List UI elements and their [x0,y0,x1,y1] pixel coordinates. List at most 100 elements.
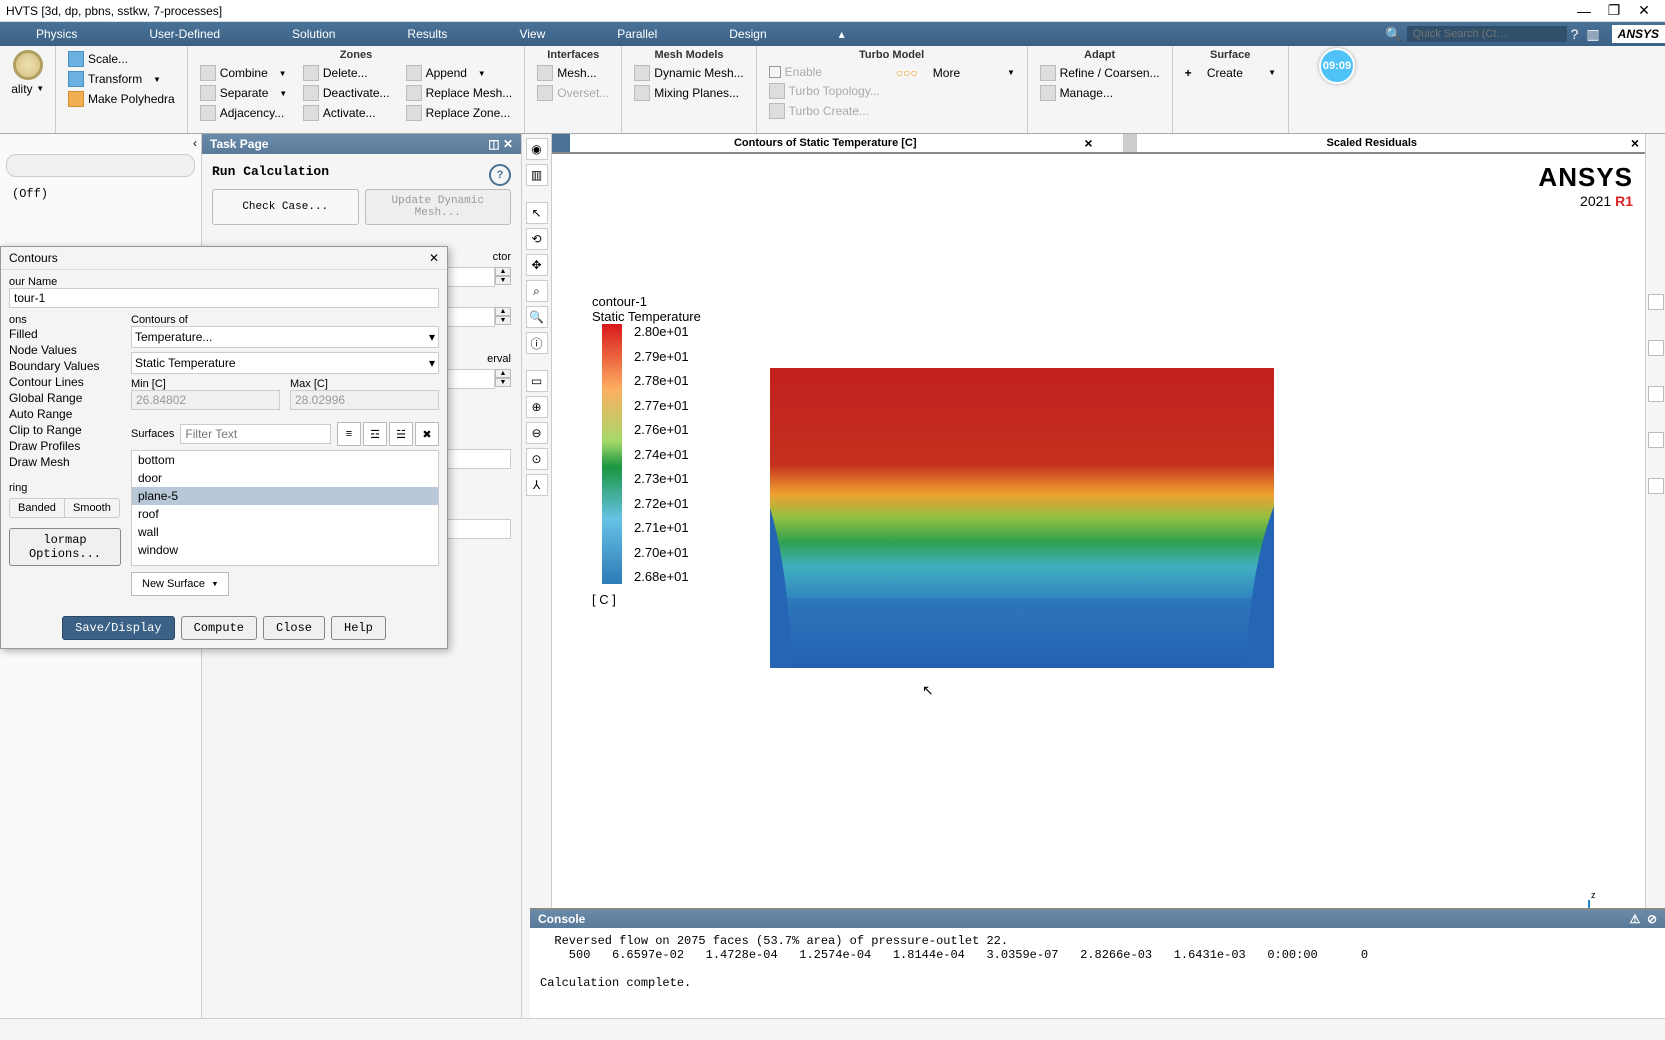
spin-up-icon[interactable]: ▲ [495,267,511,276]
zoom-in-icon[interactable]: ⊕ [526,396,548,418]
mixing-planes-button[interactable]: Mixing Planes... [630,84,747,102]
right-tool-3[interactable] [1648,386,1664,402]
maximize-button[interactable]: ❐ [1599,2,1629,19]
spin-down-icon[interactable]: ▼ [495,276,511,285]
scale-button[interactable]: Scale... [64,50,179,68]
turbo-enable-checkbox[interactable]: Enable [765,64,884,80]
option-item[interactable]: Global Range [9,390,121,406]
pan-icon[interactable]: ✥ [526,254,548,276]
refine-coarsen-button[interactable]: Refine / Coarsen... [1036,64,1164,82]
surface-item[interactable]: door [132,469,438,487]
surface-item[interactable]: roof [132,505,438,523]
surfaces-select-all-icon[interactable]: ☲ [363,422,387,446]
menu-design[interactable]: Design [693,22,802,46]
replace-mesh-button[interactable]: Replace Mesh... [402,84,517,102]
rotate-icon[interactable]: ⟲ [526,228,548,250]
close-tab-icon[interactable]: × [1084,135,1092,151]
close-window-button[interactable]: ✕ [1629,2,1659,19]
collapse-outline-icon[interactable]: ‹ [193,136,197,150]
separate-button[interactable]: Separate ▾ [196,84,291,102]
mesh-interfaces-button[interactable]: Mesh... [533,64,613,82]
menu-user-defined[interactable]: User-Defined [113,22,256,46]
surfaces-filter-input[interactable] [180,424,331,444]
axis-icon[interactable]: ⅄ [526,474,548,496]
help-button[interactable]: ? [489,164,511,186]
option-item[interactable]: Boundary Values [9,358,121,374]
layers-icon[interactable]: ▥ [526,164,548,186]
quality-wheel-icon[interactable] [13,50,43,80]
menu-more-icon[interactable]: ▴ [803,22,881,46]
close-tab-icon[interactable]: × [1631,135,1639,151]
option-item[interactable]: Draw Profiles [9,438,121,454]
probe-icon[interactable]: ◉ [526,138,548,160]
option-item[interactable]: Contour Lines [9,374,121,390]
option-item[interactable]: Node Values [9,342,121,358]
field-category-select[interactable]: Temperature...▾ [131,326,439,348]
layout-icon[interactable]: ▥ [1586,26,1599,43]
fit-icon[interactable]: ▭ [526,370,548,392]
compute-button[interactable]: Compute [181,616,257,640]
surface-item[interactable]: bottom [132,451,438,469]
clear-console-icon[interactable]: ⊘ [1647,912,1657,926]
combine-button[interactable]: Combine ▾ [196,64,291,82]
close-button[interactable]: Close [263,616,325,640]
field-variable-select[interactable]: Static Temperature▾ [131,352,439,374]
zoom-icon[interactable]: 🔍 [526,306,548,328]
zoom-out-icon[interactable]: ⊖ [526,422,548,444]
menu-results[interactable]: Results [371,22,483,46]
make-polyhedra-button[interactable]: Make Polyhedra [64,90,179,108]
quick-search-input[interactable] [1407,26,1567,42]
append-button[interactable]: Append ▾ [402,64,517,82]
check-case-button[interactable]: Check Case... [212,189,359,225]
delete-button[interactable]: Delete... [299,64,394,82]
help-icon[interactable]: ? [1571,26,1579,42]
contour-name-input[interactable] [9,288,439,308]
menu-physics[interactable]: Physics [0,22,113,46]
pointer-icon[interactable]: ↖ [526,202,548,224]
more-turbo-button[interactable]: ○○○ More ▾ [892,64,1019,81]
undock-icon[interactable]: ◫ [488,137,499,151]
surface-item[interactable]: wall [132,523,438,541]
surfaces-toggle-icon[interactable]: ≡ [337,422,361,446]
menu-parallel[interactable]: Parallel [581,22,693,46]
dynamic-mesh-button[interactable]: Dynamic Mesh... [630,64,747,82]
tab-contours[interactable]: Contours of Static Temperature [C] × [552,134,1099,152]
viewport[interactable]: ANSYS 2021 R1 contour-1 Static Temperatu… [552,154,1645,1018]
adjacency-button[interactable]: Adjacency... [196,104,291,122]
ring-toggle[interactable]: BandedSmooth [9,498,120,518]
help-dialog-button[interactable]: Help [331,616,386,640]
close-dialog-icon[interactable]: ✕ [429,251,439,265]
option-item[interactable]: Auto Range [9,406,121,422]
surfaces-deselect-icon[interactable]: ☱ [389,422,413,446]
option-item[interactable]: Filled [9,326,121,342]
option-item[interactable]: Clip to Range [9,422,121,438]
console-output[interactable]: Reversed flow on 2075 faces (53.7% area)… [530,928,1665,1018]
right-tool-5[interactable] [1648,478,1664,494]
manage-adapt-button[interactable]: Manage... [1036,84,1164,102]
warning-icon[interactable]: ⚠ [1630,912,1641,926]
quality-label[interactable]: ality ▾ [7,80,48,97]
new-surface-button[interactable]: New Surface ▾ [131,572,229,596]
right-tool-2[interactable] [1648,340,1664,356]
tab-residuals[interactable]: Scaled Residuals × [1099,134,1646,152]
surface-item[interactable]: plane-5 [132,487,438,505]
menu-view[interactable]: View [483,22,581,46]
replace-zone-button[interactable]: Replace Zone... [402,104,517,122]
zoom-reset-icon[interactable]: ⊙ [526,448,548,470]
minimize-button[interactable]: — [1569,3,1599,19]
tree-item[interactable]: (Off) [0,183,201,205]
deactivate-button[interactable]: Deactivate... [299,84,394,102]
surfaces-clear-icon[interactable]: ✖ [415,422,439,446]
save-display-button[interactable]: Save/Display [62,616,174,640]
info-icon[interactable]: ⓘ [526,332,548,354]
surface-item[interactable]: window [132,541,438,559]
menu-solution[interactable]: Solution [256,22,371,46]
activate-button[interactable]: Activate... [299,104,394,122]
close-taskpage-icon[interactable]: ✕ [503,137,513,151]
transform-button[interactable]: Transform ▾ [64,70,179,88]
colormap-options-button[interactable]: lormap Options... [9,528,121,566]
surfaces-list[interactable]: bottomdoorplane-5roofwallwindow [131,450,439,566]
outline-filter-input[interactable] [6,154,195,177]
option-item[interactable]: Draw Mesh [9,454,121,470]
right-tool-1[interactable] [1648,294,1664,310]
